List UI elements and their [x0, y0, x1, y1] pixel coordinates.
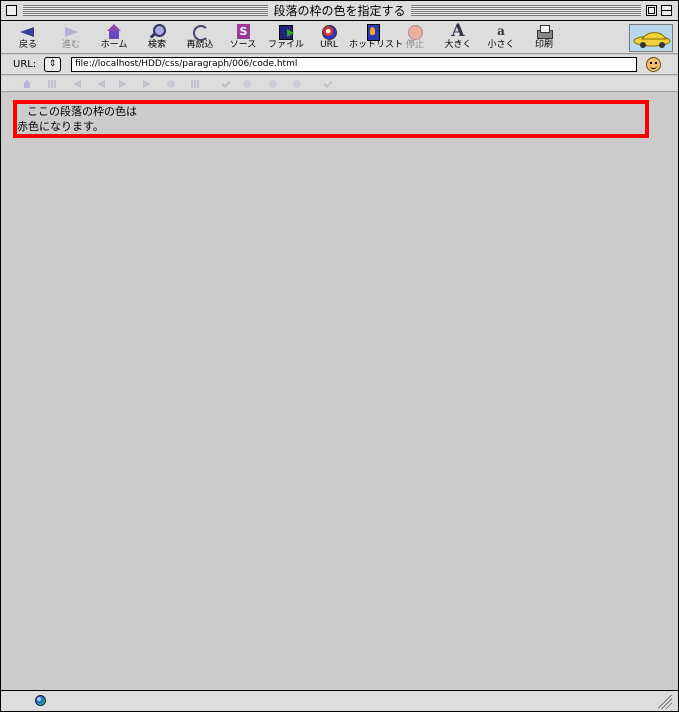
reload-icon	[190, 24, 210, 41]
reload-button[interactable]: 再読込	[177, 23, 223, 53]
sub-dot-icon-1[interactable]	[269, 80, 277, 88]
sub-prev-icon[interactable]	[97, 80, 105, 88]
smiley-face-icon[interactable]	[646, 57, 661, 72]
source-button[interactable]: ソース	[220, 23, 266, 53]
title-stripes-left	[23, 5, 268, 16]
font-smaller-label: 小さく	[487, 40, 515, 50]
file-button[interactable]: ファイル	[263, 23, 309, 53]
sub-first-icon[interactable]	[73, 80, 81, 88]
collapse-box[interactable]	[661, 5, 672, 16]
red-bordered-paragraph: ここの段落の枠の色は 赤色になります。	[13, 100, 649, 138]
font-larger-icon	[448, 21, 468, 41]
navigation-subbar	[1, 76, 678, 92]
font-smaller-button[interactable]: 小さく	[478, 23, 524, 53]
sub-check-icon[interactable]	[221, 80, 229, 88]
stop-icon	[405, 24, 425, 40]
sub-a-icon[interactable]	[167, 80, 175, 88]
title-stripes-right	[411, 5, 641, 16]
sub-list-icon[interactable]	[191, 80, 199, 88]
resize-grip-icon[interactable]	[658, 695, 672, 709]
print-icon	[534, 24, 554, 40]
home-label: ホーム	[100, 40, 128, 50]
stop-label: 停止	[405, 40, 424, 50]
url-button[interactable]: URL	[306, 23, 352, 53]
reload-label: 再読込	[186, 40, 214, 50]
url-bar: URL: ⇕ file://localhost/HDD/css/paragrap…	[1, 55, 678, 75]
sub-last-icon[interactable]	[143, 80, 151, 88]
home-button[interactable]: ホーム	[91, 23, 137, 53]
back-label: 戻る	[18, 40, 37, 50]
sub-next-icon[interactable]	[119, 80, 127, 88]
sub-grid-icon[interactable]	[48, 80, 56, 88]
font-larger-button[interactable]: 大きく	[435, 21, 481, 53]
paragraph-line-2: 赤色になります。	[17, 120, 104, 133]
hotlist-label: ホットリスト	[349, 40, 404, 50]
sub-home-icon[interactable]	[23, 80, 31, 88]
file-icon	[276, 24, 296, 40]
font-smaller-icon	[491, 24, 511, 40]
url-history-stepper[interactable]: ⇕	[44, 57, 61, 72]
font-larger-label: 大きく	[444, 40, 472, 50]
print-label: 印刷	[534, 40, 553, 50]
search-button[interactable]: 検索	[134, 23, 180, 53]
close-box[interactable]	[6, 5, 17, 16]
toolbar: 戻る 進む ホーム 検索 再読込 ソース ファイル URL	[1, 21, 678, 54]
home-icon	[104, 24, 124, 40]
car-logo-icon	[629, 24, 673, 52]
paragraph-line-1: ここの段落の枠の色は	[27, 105, 137, 118]
file-label: ファイル	[267, 40, 304, 50]
url-label-text: URL	[320, 40, 338, 50]
zoom-box[interactable]	[646, 5, 657, 16]
url-label: URL:	[13, 59, 37, 70]
window-title: 段落の枠の色を指定する	[268, 3, 411, 19]
search-icon	[147, 24, 167, 40]
page-content: ここの段落の枠の色は 赤色になります。	[5, 93, 675, 689]
sub-help-icon[interactable]	[243, 80, 251, 88]
globe-icon	[35, 695, 46, 706]
forward-arrow-icon	[61, 24, 81, 40]
print-button[interactable]: 印刷	[521, 23, 567, 53]
url-globe-icon	[319, 24, 339, 40]
status-bar	[1, 690, 678, 711]
browser-window: 段落の枠の色を指定する 戻る 進む ホーム 検索 再読込 ソース	[0, 0, 679, 712]
sub-mail-icon[interactable]	[323, 80, 331, 88]
forward-label: 進む	[61, 40, 80, 50]
back-arrow-icon	[18, 24, 38, 40]
back-button[interactable]: 戻る	[5, 23, 51, 53]
url-input[interactable]: file://localhost/HDD/css/paragraph/006/c…	[71, 57, 637, 72]
hotlist-icon	[362, 24, 382, 41]
search-label: 検索	[147, 40, 166, 50]
hotlist-button[interactable]: ホットリスト	[349, 23, 404, 53]
source-icon	[233, 24, 253, 40]
sub-dot-icon-2[interactable]	[293, 80, 301, 88]
source-label: ソース	[229, 40, 257, 50]
forward-button[interactable]: 進む	[48, 23, 94, 53]
title-bar[interactable]: 段落の枠の色を指定する	[1, 1, 678, 21]
stop-button[interactable]: 停止	[392, 23, 438, 53]
